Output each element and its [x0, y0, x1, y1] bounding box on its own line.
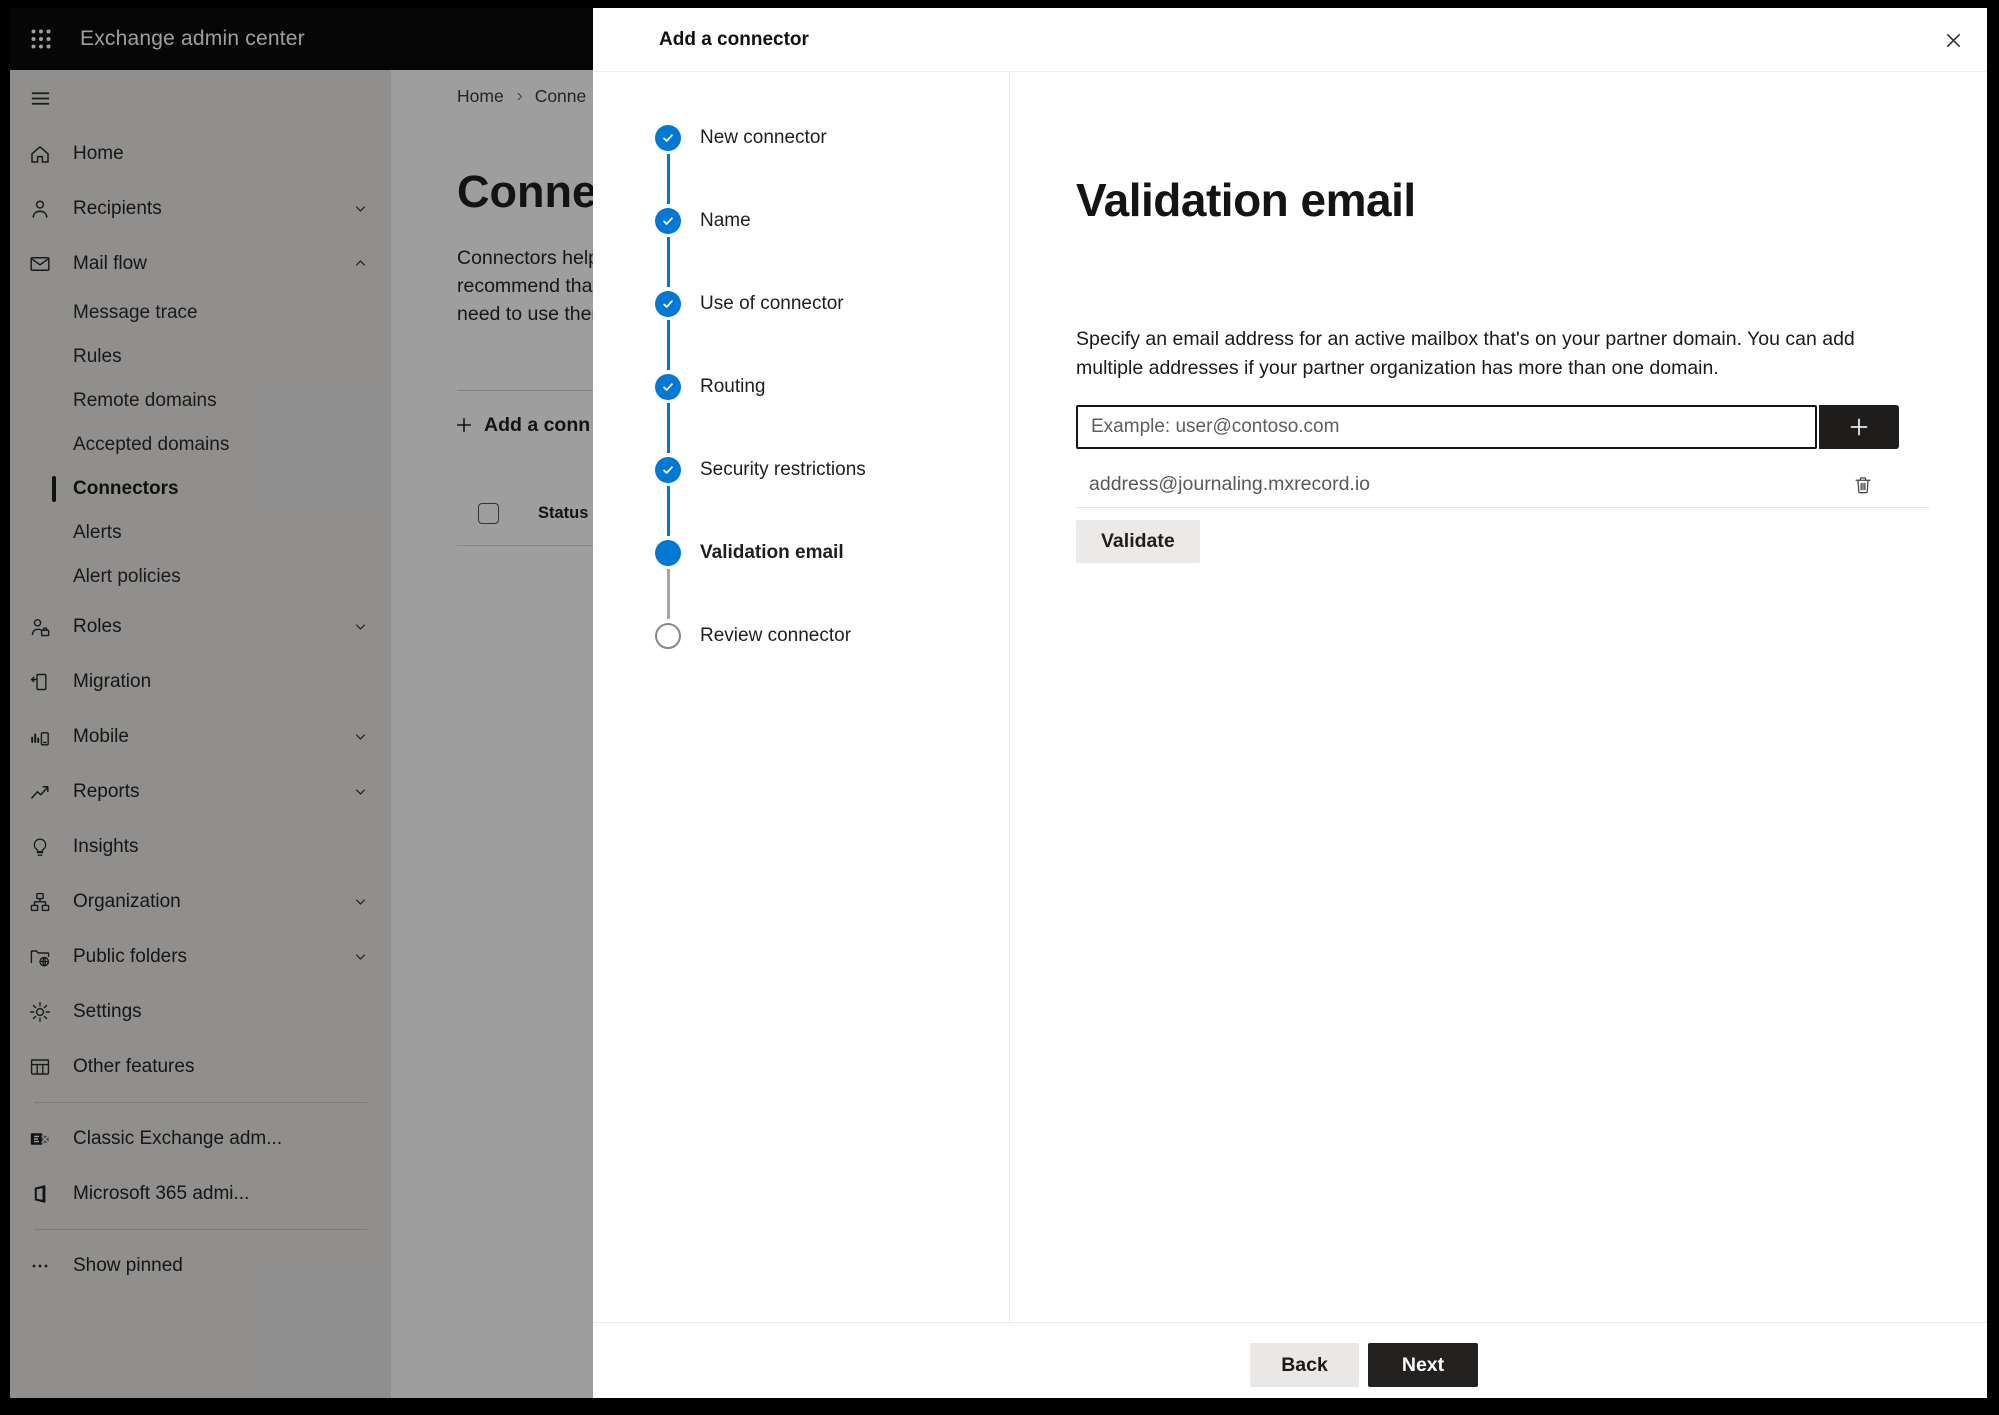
- app-window: Exchange admin center Home Recipients Ma…: [10, 8, 1987, 1398]
- dialog-title: Add a connector: [659, 28, 809, 50]
- step-label: Security restrictions: [700, 458, 866, 480]
- description-line: multiple addresses if your partner organ…: [1076, 357, 1719, 379]
- dialog-footer: Back Next: [593, 1322, 1987, 1398]
- step-completed-icon: [655, 207, 681, 234]
- close-dialog-button[interactable]: [1937, 24, 1969, 56]
- wizard-step-review-connector[interactable]: Review connector: [593, 594, 1009, 677]
- validation-email-heading: Validation email: [1076, 174, 1416, 226]
- add-connector-dialog: Add a connector New connector Name Use o…: [593, 8, 1987, 1398]
- dialog-header: Add a connector: [593, 8, 1987, 72]
- trash-icon: [1855, 477, 1871, 494]
- next-button[interactable]: Next: [1368, 1343, 1478, 1387]
- step-upcoming-icon: [655, 622, 681, 649]
- add-email-button[interactable]: [1819, 405, 1899, 449]
- step-completed-icon: [655, 456, 681, 483]
- wizard-step-new-connector[interactable]: New connector: [593, 96, 1009, 204]
- step-completed-icon: [655, 373, 681, 400]
- added-address-row: address@journaling.mxrecord.io: [1076, 461, 1930, 508]
- validation-email-description: Specify an email address for an active m…: [1076, 325, 1855, 383]
- wizard-step-routing[interactable]: Routing: [593, 345, 1009, 453]
- plus-icon: [1850, 418, 1868, 436]
- wizard-step-security-restrictions[interactable]: Security restrictions: [593, 428, 1009, 536]
- step-label: Routing: [700, 375, 766, 397]
- step-completed-icon: [655, 124, 681, 151]
- step-label: Use of connector: [700, 292, 844, 314]
- step-label: Review connector: [700, 624, 852, 646]
- back-button[interactable]: Back: [1250, 1343, 1359, 1387]
- dialog-content: Validation email Specify an email addres…: [1011, 72, 1987, 1322]
- added-address-text: address@journaling.mxrecord.io: [1089, 472, 1371, 495]
- email-input-row: [1076, 405, 1899, 449]
- step-label: New connector: [700, 126, 827, 148]
- step-current-icon: [655, 539, 681, 566]
- wizard-step-name[interactable]: Name: [593, 179, 1009, 287]
- wizard-steps: New connector Name Use of connector Rout…: [593, 72, 1010, 1322]
- validation-email-input[interactable]: [1076, 405, 1817, 449]
- delete-address-button[interactable]: [1847, 469, 1879, 501]
- close-icon: [1946, 33, 1960, 47]
- wizard-step-use-of-connector[interactable]: Use of connector: [593, 262, 1009, 370]
- step-completed-icon: [655, 290, 681, 317]
- step-label: Validation email: [700, 541, 844, 563]
- step-label: Name: [700, 209, 751, 231]
- description-line: Specify an email address for an active m…: [1076, 328, 1855, 350]
- wizard-step-validation-email[interactable]: Validation email: [593, 511, 1009, 619]
- validate-button[interactable]: Validate: [1076, 520, 1200, 563]
